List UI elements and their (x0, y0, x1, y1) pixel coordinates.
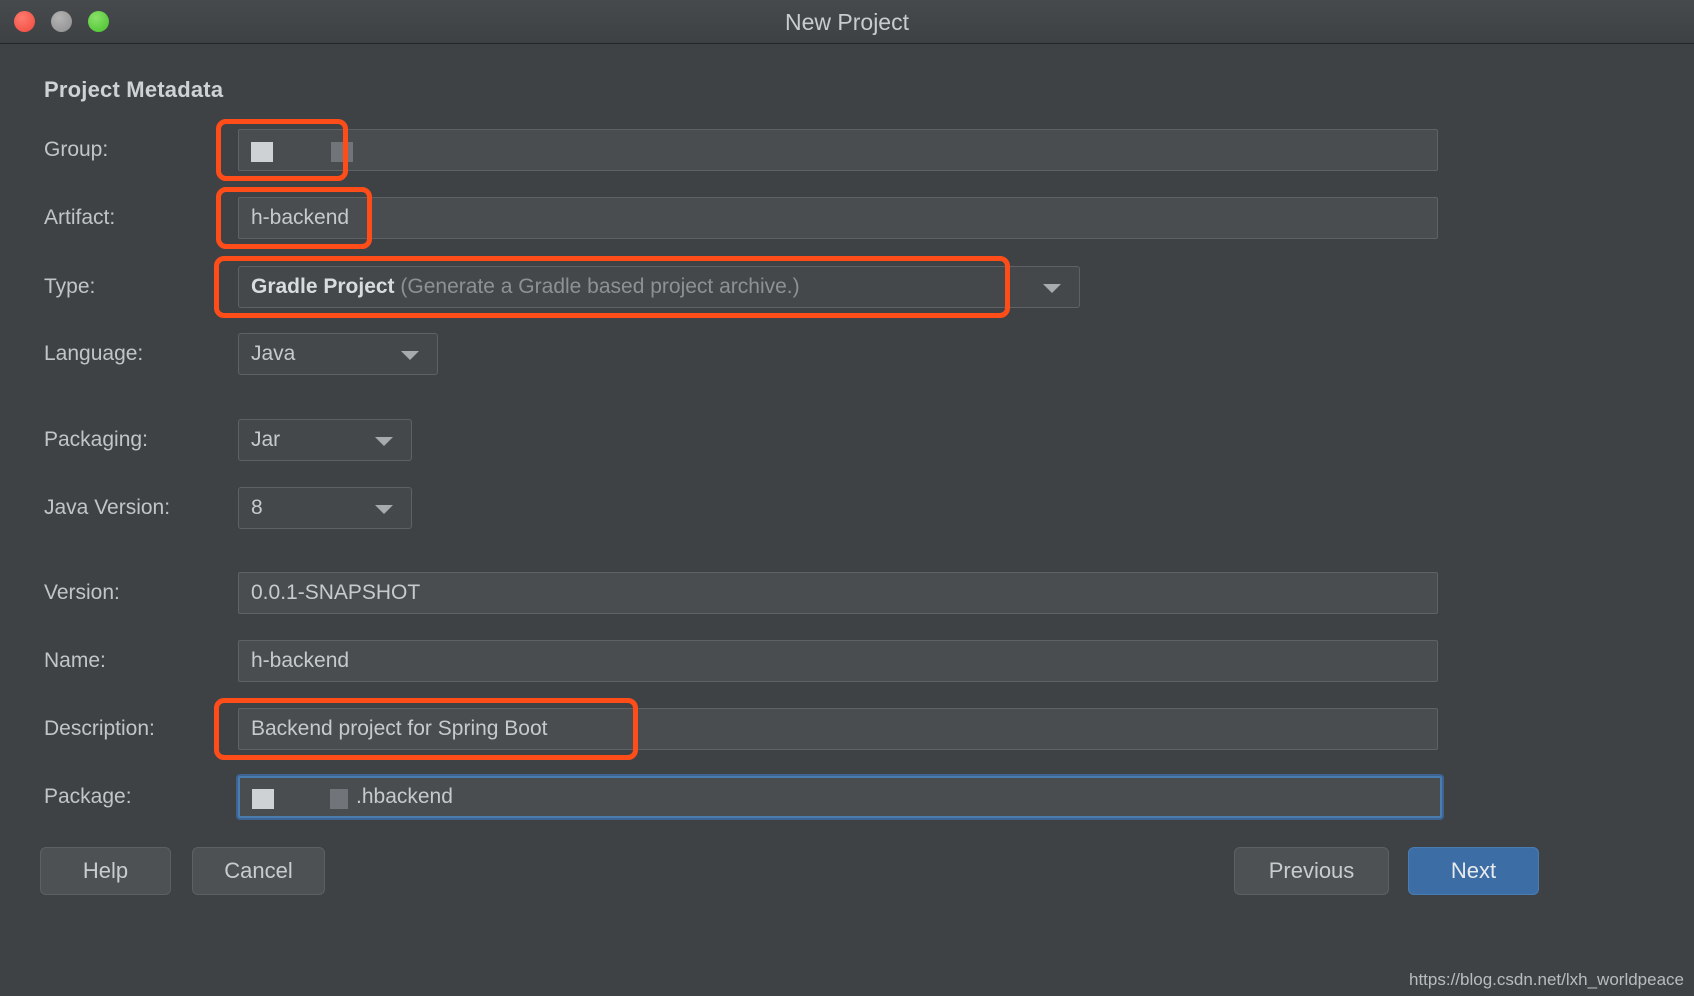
java-version-combobox[interactable]: 8 (238, 487, 412, 529)
watermark-text: https://blog.csdn.net/lxh_worldpeace (1408, 970, 1684, 989)
description-input[interactable]: Backend project for Spring Boot (238, 708, 1438, 750)
package-input[interactable]: .hbackend (238, 776, 1442, 818)
page-title: Project Metadata (44, 77, 224, 102)
previous-button[interactable]: Previous (1234, 847, 1389, 895)
version-input[interactable]: 0.0.1-SNAPSHOT (238, 572, 1438, 614)
package-redaction-block-2 (330, 789, 348, 809)
package-value: .hbackend (356, 785, 453, 808)
form-row-package: Package: .hbackend (0, 776, 1694, 818)
chevron-down-icon[interactable] (401, 351, 419, 360)
form-row-version: Version: 0.0.1-SNAPSHOT (0, 572, 1694, 614)
type-label: Type: (44, 275, 96, 298)
next-button[interactable]: Next (1408, 847, 1539, 895)
group-redaction-block-2 (331, 142, 353, 162)
type-combobox[interactable]: Gradle Project (Generate a Gradle based … (238, 266, 1080, 308)
artifact-input[interactable]: h-backend (238, 197, 1438, 239)
type-value: Gradle Project (251, 275, 395, 298)
type-description: (Generate a Gradle based project archive… (400, 275, 800, 298)
new-project-dialog: New Project Project Metadata Group: Arti… (0, 0, 1694, 996)
chevron-down-icon[interactable] (375, 437, 393, 446)
form-row-name: Name: h-backend (0, 640, 1694, 682)
description-label: Description: (44, 717, 155, 740)
packaging-combobox[interactable]: Jar (238, 419, 412, 461)
form-row-java-version: Java Version: 8 (0, 487, 1694, 529)
form-row-type: Type: Gradle Project (Generate a Gradle … (0, 266, 1694, 308)
package-redaction-block-1 (252, 789, 274, 809)
name-label: Name: (44, 649, 106, 672)
chevron-down-icon[interactable] (375, 505, 393, 514)
artifact-label: Artifact: (44, 206, 116, 229)
cancel-button[interactable]: Cancel (192, 847, 325, 895)
language-label: Language: (44, 342, 144, 365)
form-row-packaging: Packaging: Jar (0, 419, 1694, 461)
window-title: New Project (785, 9, 909, 35)
group-label: Group: (44, 138, 109, 161)
packaging-label: Packaging: (44, 428, 148, 451)
help-button[interactable]: Help (40, 847, 171, 895)
java-version-label: Java Version: (44, 496, 171, 519)
name-input[interactable]: h-backend (238, 640, 1438, 682)
group-redaction-block-1 (251, 142, 273, 162)
form-row-group: Group: (0, 129, 1694, 171)
title-bar: New Project (0, 0, 1694, 44)
form-row-artifact: Artifact: h-backend (0, 197, 1694, 239)
dialog-content: Project Metadata Group: Artifact: h-back… (0, 44, 1694, 996)
language-combobox[interactable]: Java (238, 333, 438, 375)
language-value: Java (251, 342, 296, 365)
chevron-down-icon[interactable] (1043, 284, 1061, 293)
java-version-value: 8 (251, 496, 263, 519)
form-row-description: Description: Backend project for Spring … (0, 708, 1694, 750)
group-input[interactable] (238, 129, 1438, 171)
package-label: Package: (44, 785, 132, 808)
packaging-value: Jar (251, 428, 281, 451)
form-row-language: Language: Java (0, 333, 1694, 375)
version-label: Version: (44, 581, 120, 604)
